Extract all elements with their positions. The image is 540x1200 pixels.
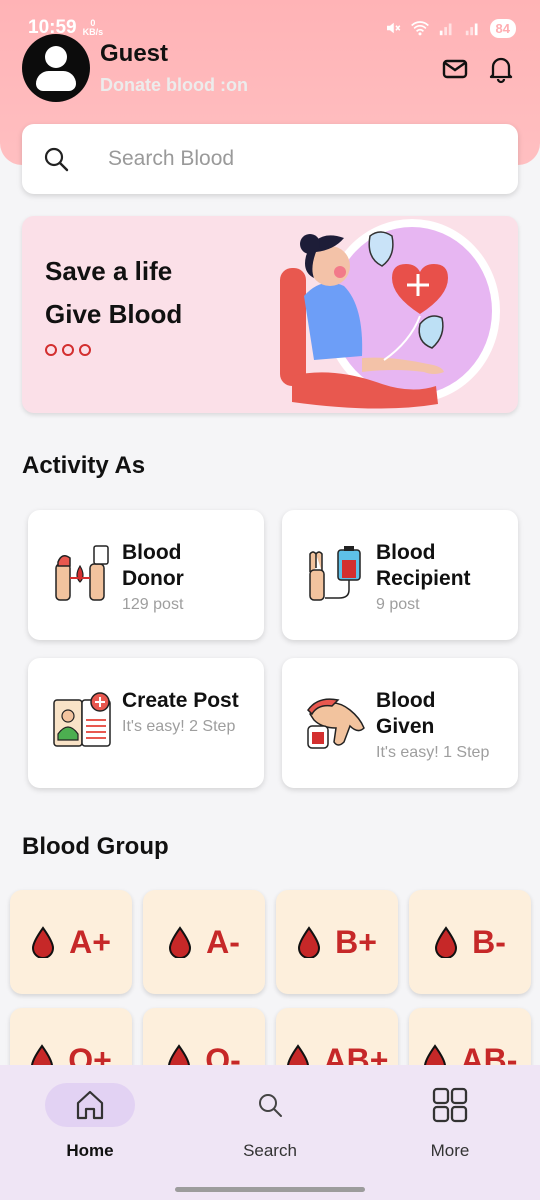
card-subtitle: It's easy! 2 Step bbox=[122, 718, 236, 735]
blood-drop-icon bbox=[169, 926, 192, 958]
carousel-dots[interactable] bbox=[45, 344, 91, 356]
signal-icon-2 bbox=[465, 23, 478, 36]
activity-card-create-post[interactable]: Create Post It's easy! 2 Step bbox=[28, 658, 264, 788]
blood-group-title: Blood Group bbox=[22, 833, 169, 860]
bottom-navigation: Home Search More bbox=[0, 1065, 540, 1200]
create-post-icon bbox=[53, 692, 111, 747]
search-icon bbox=[259, 1094, 282, 1117]
battery-level: 84 bbox=[489, 18, 516, 38]
profile-name: Guest bbox=[100, 40, 169, 67]
blood-group-tile-b-negative[interactable]: B- bbox=[409, 890, 531, 994]
blood-donation-illustration bbox=[280, 219, 500, 409]
mute-icon bbox=[386, 22, 400, 34]
card-title: Blood Given bbox=[376, 689, 436, 738]
card-title: Create Post bbox=[122, 689, 239, 712]
blood-recipient-icon bbox=[309, 546, 361, 601]
nav-label-home: Home bbox=[66, 1141, 114, 1160]
carousel-dot[interactable] bbox=[62, 344, 74, 356]
blood-group-tile-a-positive[interactable]: A+ bbox=[10, 890, 132, 994]
banner-line-1: Save a life bbox=[45, 256, 173, 286]
search-bar[interactable]: Search Blood bbox=[22, 124, 518, 194]
user-avatar-icon[interactable] bbox=[22, 34, 90, 102]
activity-card-blood-recipient[interactable]: Blood Recipient 9 post bbox=[282, 510, 518, 640]
grid-icon bbox=[432, 1087, 468, 1123]
home-indicator[interactable] bbox=[175, 1187, 365, 1192]
card-subtitle: It's easy! 1 Step bbox=[376, 744, 490, 761]
blood-group-tile-b-positive[interactable]: B+ bbox=[276, 890, 398, 994]
blood-group-label: B+ bbox=[335, 923, 377, 960]
nav-item-more[interactable]: More bbox=[395, 1083, 505, 1161]
nav-pill-search[interactable] bbox=[225, 1083, 315, 1127]
activity-card-blood-donor[interactable]: Blood Donor 129 post bbox=[28, 510, 264, 640]
card-title: Blood Donor bbox=[122, 541, 184, 590]
blood-given-icon bbox=[307, 698, 365, 749]
blood-drop-icon bbox=[298, 926, 321, 958]
blood-group-label: A- bbox=[206, 923, 240, 960]
nav-item-home[interactable]: Home bbox=[35, 1083, 145, 1161]
nav-pill-home[interactable] bbox=[45, 1083, 135, 1127]
blood-group-tile-a-negative[interactable]: A- bbox=[143, 890, 265, 994]
activity-title: Activity As bbox=[22, 452, 146, 479]
nav-item-search[interactable]: Search bbox=[215, 1083, 325, 1161]
bell-icon[interactable] bbox=[486, 54, 516, 84]
search-input[interactable]: Search Blood bbox=[108, 147, 234, 171]
blood-drop-icon bbox=[32, 926, 55, 958]
carousel-dot[interactable] bbox=[79, 344, 91, 356]
nav-label-search: Search bbox=[243, 1141, 297, 1160]
card-title: Blood Recipient bbox=[376, 541, 471, 590]
home-icon bbox=[76, 1090, 104, 1120]
blood-group-label: B- bbox=[472, 923, 506, 960]
nav-pill-more[interactable] bbox=[405, 1083, 495, 1127]
status-icons: 84 bbox=[384, 18, 516, 38]
profile-section[interactable]: Guest Donate blood :on bbox=[22, 34, 248, 102]
promo-banner[interactable]: Save a life Give Blood bbox=[22, 216, 518, 413]
blood-donor-icon bbox=[55, 545, 109, 601]
nav-label-more: More bbox=[430, 1141, 470, 1160]
carousel-dot[interactable] bbox=[45, 344, 57, 356]
card-subtitle: 9 post bbox=[376, 596, 420, 613]
profile-subtitle: Donate blood :on bbox=[100, 75, 248, 95]
mail-icon[interactable] bbox=[440, 54, 470, 84]
banner-line-2: Give Blood bbox=[45, 299, 183, 329]
activity-card-blood-given[interactable]: Blood Given It's easy! 1 Step bbox=[282, 658, 518, 788]
wifi-icon bbox=[410, 21, 429, 36]
blood-drop-icon bbox=[435, 926, 458, 958]
card-subtitle: 129 post bbox=[122, 596, 184, 613]
signal-icon bbox=[439, 23, 452, 36]
blood-group-label: A+ bbox=[69, 923, 111, 960]
search-icon bbox=[44, 147, 69, 172]
